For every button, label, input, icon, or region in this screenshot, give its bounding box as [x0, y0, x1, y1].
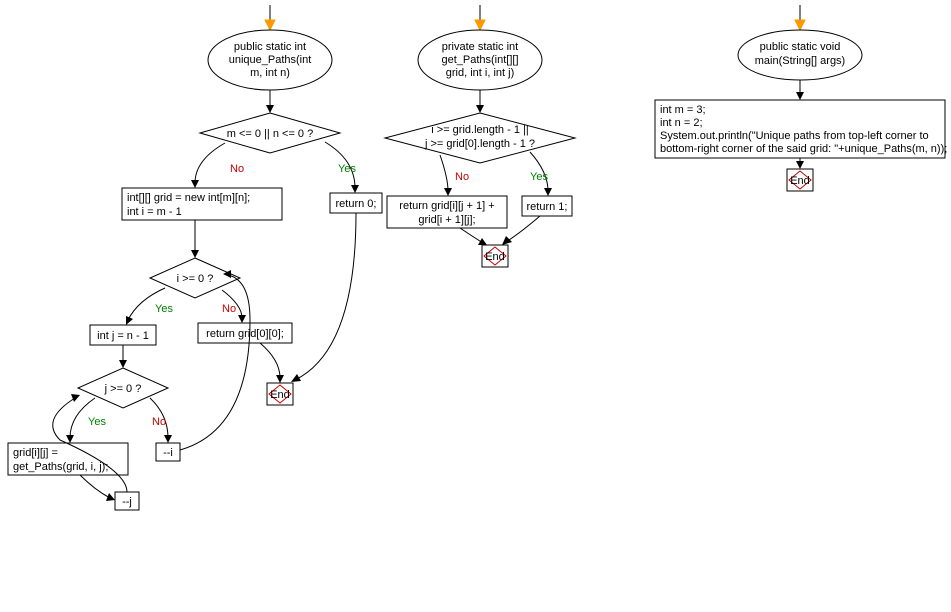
- start2-c: grid, int i, int j): [446, 67, 514, 79]
- start3-b: main(String[] args): [755, 55, 845, 67]
- return0-text: return 0;: [336, 198, 377, 210]
- main-body-a: int m = 3;: [660, 104, 706, 116]
- flowchart-diagram: public static int unique_Paths(int m, in…: [0, 0, 951, 612]
- decj-text: --j: [122, 496, 132, 508]
- init-text-a: int[][] grid = new int[m][n];: [127, 192, 250, 204]
- start-text-1a: public static int: [234, 41, 306, 53]
- cond3-no: No: [152, 416, 166, 428]
- initj-text: int j = n - 1: [97, 330, 149, 342]
- return-grid-text: return grid[0][0];: [206, 328, 284, 340]
- start-text-1b: unique_Paths(int: [229, 54, 312, 66]
- init-text-b: int i = m - 1: [127, 206, 182, 218]
- assign-text-b: get_Paths(grid, i, j);: [13, 461, 108, 473]
- main-body-b: int n = 2;: [660, 117, 703, 129]
- retsum-b: grid[i + 1][j];: [418, 214, 475, 226]
- end-text-3: End: [790, 175, 810, 187]
- cond1-no: No: [230, 163, 244, 175]
- cond2-yes-2: Yes: [530, 171, 548, 183]
- end-text-1: End: [270, 389, 290, 401]
- start2-a: private static int: [442, 41, 518, 53]
- cond1-yes: Yes: [338, 163, 356, 175]
- cond2-yes: Yes: [155, 303, 173, 315]
- start3-a: public static void: [760, 41, 841, 53]
- assign-text-a: grid[i][j] =: [13, 447, 58, 459]
- start-text-1c: m, int n): [250, 67, 290, 79]
- ret1-text: return 1;: [527, 201, 568, 213]
- deci-text: --i: [163, 447, 173, 459]
- entry-arrowhead-1: [265, 20, 275, 30]
- cond2-no-2: No: [455, 171, 469, 183]
- start2-b: get_Paths(int[][]: [441, 54, 518, 66]
- cond1-text: m <= 0 || n <= 0 ?: [227, 128, 313, 140]
- retsum-a: return grid[i][j + 1] +: [399, 200, 494, 212]
- cond2-no: No: [222, 303, 236, 315]
- end-text-2: End: [485, 251, 505, 263]
- cond2t-b: j >= grid[0].length - 1 ?: [424, 138, 535, 150]
- cond3-text: j >= 0 ?: [104, 383, 142, 395]
- main-body-d: bottom-right corner of the said grid: "+…: [660, 143, 947, 155]
- cond2-text: i >= 0 ?: [177, 273, 214, 285]
- cond3-yes: Yes: [88, 416, 106, 428]
- main-body-c: System.out.println("Unique paths from to…: [660, 130, 929, 142]
- cond2t-a: i >= grid.length - 1 ||: [431, 124, 528, 136]
